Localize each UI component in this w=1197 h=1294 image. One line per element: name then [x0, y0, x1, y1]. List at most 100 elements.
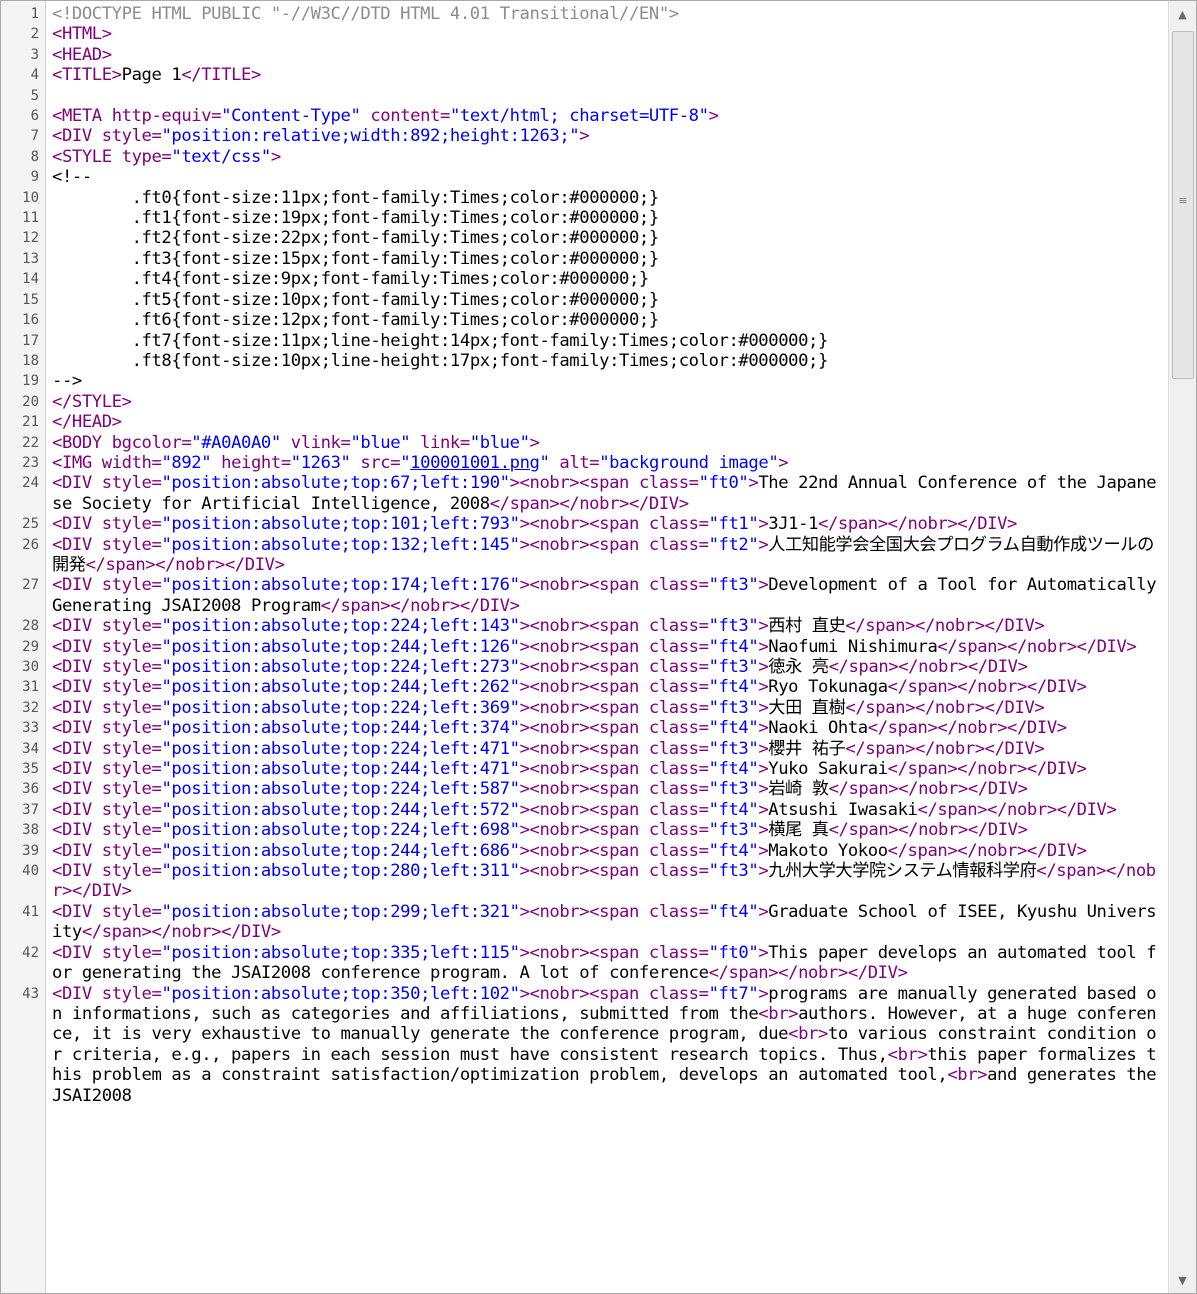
code-token: > — [758, 861, 769, 882]
code-token: "ft0" — [698, 473, 749, 494]
line-content: <!DOCTYPE HTML PUBLIC "-//W3C//DTD HTML … — [45, 4, 1167, 24]
line-content: <HEAD> — [45, 45, 1167, 65]
source-line: 6 <META http-equiv="Content-Type" content… — [1, 106, 1167, 126]
code-token: class= — [648, 514, 709, 535]
source-viewer[interactable]: 1 <!DOCTYPE HTML PUBLIC "-//W3C//DTD HTML… — [0, 0, 1197, 1294]
vertical-scrollbar[interactable]: ▲ ≡ ▼ — [1168, 1, 1196, 1293]
code-token: > — [758, 514, 769, 535]
line-content: <DIV style="position:absolute;top:224;le… — [45, 779, 1167, 799]
line-number: 33 — [22, 720, 39, 737]
code-token: 横尾 真 — [768, 820, 829, 841]
source-line: 39 <DIV style="position:absolute;top:244;… — [1, 841, 1167, 861]
source-line: 3 <HEAD> — [1, 45, 1167, 65]
image-source-link[interactable]: 100001001.png — [410, 453, 540, 473]
line-number: 31 — [22, 679, 39, 696]
code-token: "position:absolute;top:224;left:369" — [161, 697, 520, 718]
code-token: </TITLE> — [181, 65, 261, 86]
line-content: .ft4{font-size:9px;font-family:Times;col… — [45, 269, 1167, 289]
line-content: <DIV style="position:absolute;top:350;le… — [45, 984, 1167, 1106]
code-token: "ft3" — [708, 616, 759, 637]
code-token: link= — [410, 432, 470, 453]
source-line: 16 .ft6{font-size:12px;font-family:Times… — [1, 310, 1167, 330]
code-token: > — [758, 901, 769, 922]
code-token: Ryo Tokunaga — [768, 677, 888, 698]
code-token: <DIV — [52, 901, 102, 922]
line-number: 4 — [30, 67, 39, 84]
code-token: "ft4" — [708, 759, 759, 780]
code-token: class= — [648, 983, 709, 1004]
code-token: class= — [648, 820, 709, 841]
code-token: "position:absolute;top:335;left:115" — [161, 942, 520, 963]
line-number: 37 — [22, 801, 39, 818]
code-token: 岩崎 敦 — [768, 779, 829, 800]
line-content: <META http-equiv="Content-Type" content=… — [45, 106, 1167, 126]
line-number: 20 — [22, 393, 39, 410]
code-token: "ft4" — [708, 636, 759, 657]
code-token: > — [270, 146, 281, 167]
code-token: height= — [211, 452, 291, 473]
code-token: ><nobr><span — [519, 738, 649, 759]
code-token: style= — [101, 799, 162, 820]
scroll-down-arrow-icon[interactable]: ▼ — [1169, 1267, 1196, 1293]
code-token: .ft0{font-size:11px;font-family:Times;co… — [52, 187, 660, 208]
code-token: </span></nobr></DIV> — [828, 779, 1028, 800]
line-number: 10 — [22, 189, 39, 206]
source-line: 4 <TITLE>Page 1</TITLE> — [1, 65, 1167, 85]
source-line: 22 <BODY bgcolor="#A0A0A0" vlink="blue" l… — [1, 433, 1167, 453]
code-token: ><nobr><span — [519, 901, 649, 922]
line-number: 27 — [22, 577, 39, 594]
code-token: class= — [648, 534, 709, 555]
code-token: style= — [101, 759, 162, 780]
code-token: > — [758, 575, 769, 596]
scrollbar-thumb[interactable]: ≡ — [1172, 31, 1194, 379]
line-number: 34 — [22, 740, 39, 757]
code-token: <DIV — [52, 616, 102, 637]
code-token: ><nobr><span — [519, 983, 649, 1004]
code-token: .ft5{font-size:10px;font-family:Times;co… — [52, 289, 660, 310]
code-token: .ft3{font-size:15px;font-family:Times;co… — [52, 248, 660, 269]
code-token: class= — [648, 840, 709, 861]
line-number: 43 — [22, 985, 39, 1002]
code-token: ><nobr><span — [519, 799, 649, 820]
line-number: 32 — [22, 699, 39, 716]
code-token: style= — [101, 514, 162, 535]
code-token: <br> — [947, 1065, 988, 1086]
code-token: "text/html; charset=UTF-8" — [449, 106, 709, 127]
line-number: 16 — [22, 312, 39, 329]
code-token: style= — [101, 657, 162, 677]
code-token: </span></nobr></DIV> — [887, 759, 1087, 780]
line-number: 40 — [22, 863, 39, 880]
source-line: 24 <DIV style="position:absolute;top:67;l… — [1, 473, 1167, 514]
source-line: 13 .ft3{font-size:15px;font-family:Times… — [1, 249, 1167, 269]
scroll-up-arrow-icon[interactable]: ▲ — [1169, 1, 1196, 27]
code-token: Yuko Sakurai — [768, 759, 888, 780]
code-token: ><nobr><span — [519, 759, 649, 780]
code-token: src= — [350, 452, 401, 473]
source-line: 1 <!DOCTYPE HTML PUBLIC "-//W3C//DTD HTML… — [1, 4, 1167, 24]
code-token: </span></nobr></DIV> — [818, 514, 1017, 535]
line-number: 22 — [22, 434, 39, 451]
code-token: "position:absolute;top:244;left:374" — [161, 718, 520, 739]
line-content: <DIV style="position:absolute;top:224;le… — [45, 739, 1167, 759]
source-code-area[interactable]: 1 <!DOCTYPE HTML PUBLIC "-//W3C//DTD HTML… — [1, 4, 1167, 1106]
code-token: class= — [648, 636, 709, 657]
code-token: "ft3" — [708, 657, 759, 677]
code-token: class= — [648, 942, 709, 963]
code-token: style= — [101, 983, 162, 1004]
code-token: <DIV — [52, 840, 102, 861]
code-token: </HEAD> — [52, 412, 122, 433]
code-token: ><nobr><span — [519, 840, 649, 861]
code-token: > — [758, 657, 769, 677]
code-token: ><nobr><span — [519, 514, 649, 535]
line-content: <DIV style="position:absolute;top:224;le… — [45, 616, 1167, 636]
code-token: <!DOCTYPE HTML PUBLIC "-//W3C//DTD HTML … — [52, 4, 679, 24]
code-token: > — [758, 759, 769, 780]
line-number: 5 — [30, 87, 39, 104]
line-content: <DIV style="position:absolute;top:244;le… — [45, 759, 1167, 779]
code-token: <DIV — [52, 942, 102, 963]
code-token: ><nobr><span — [519, 820, 649, 841]
code-token: > — [758, 779, 769, 800]
scrollbar-grip-icon: ≡ — [1178, 194, 1188, 207]
code-token: ><nobr><span — [509, 473, 639, 494]
source-line: 29 <DIV style="position:absolute;top:244;… — [1, 637, 1167, 657]
